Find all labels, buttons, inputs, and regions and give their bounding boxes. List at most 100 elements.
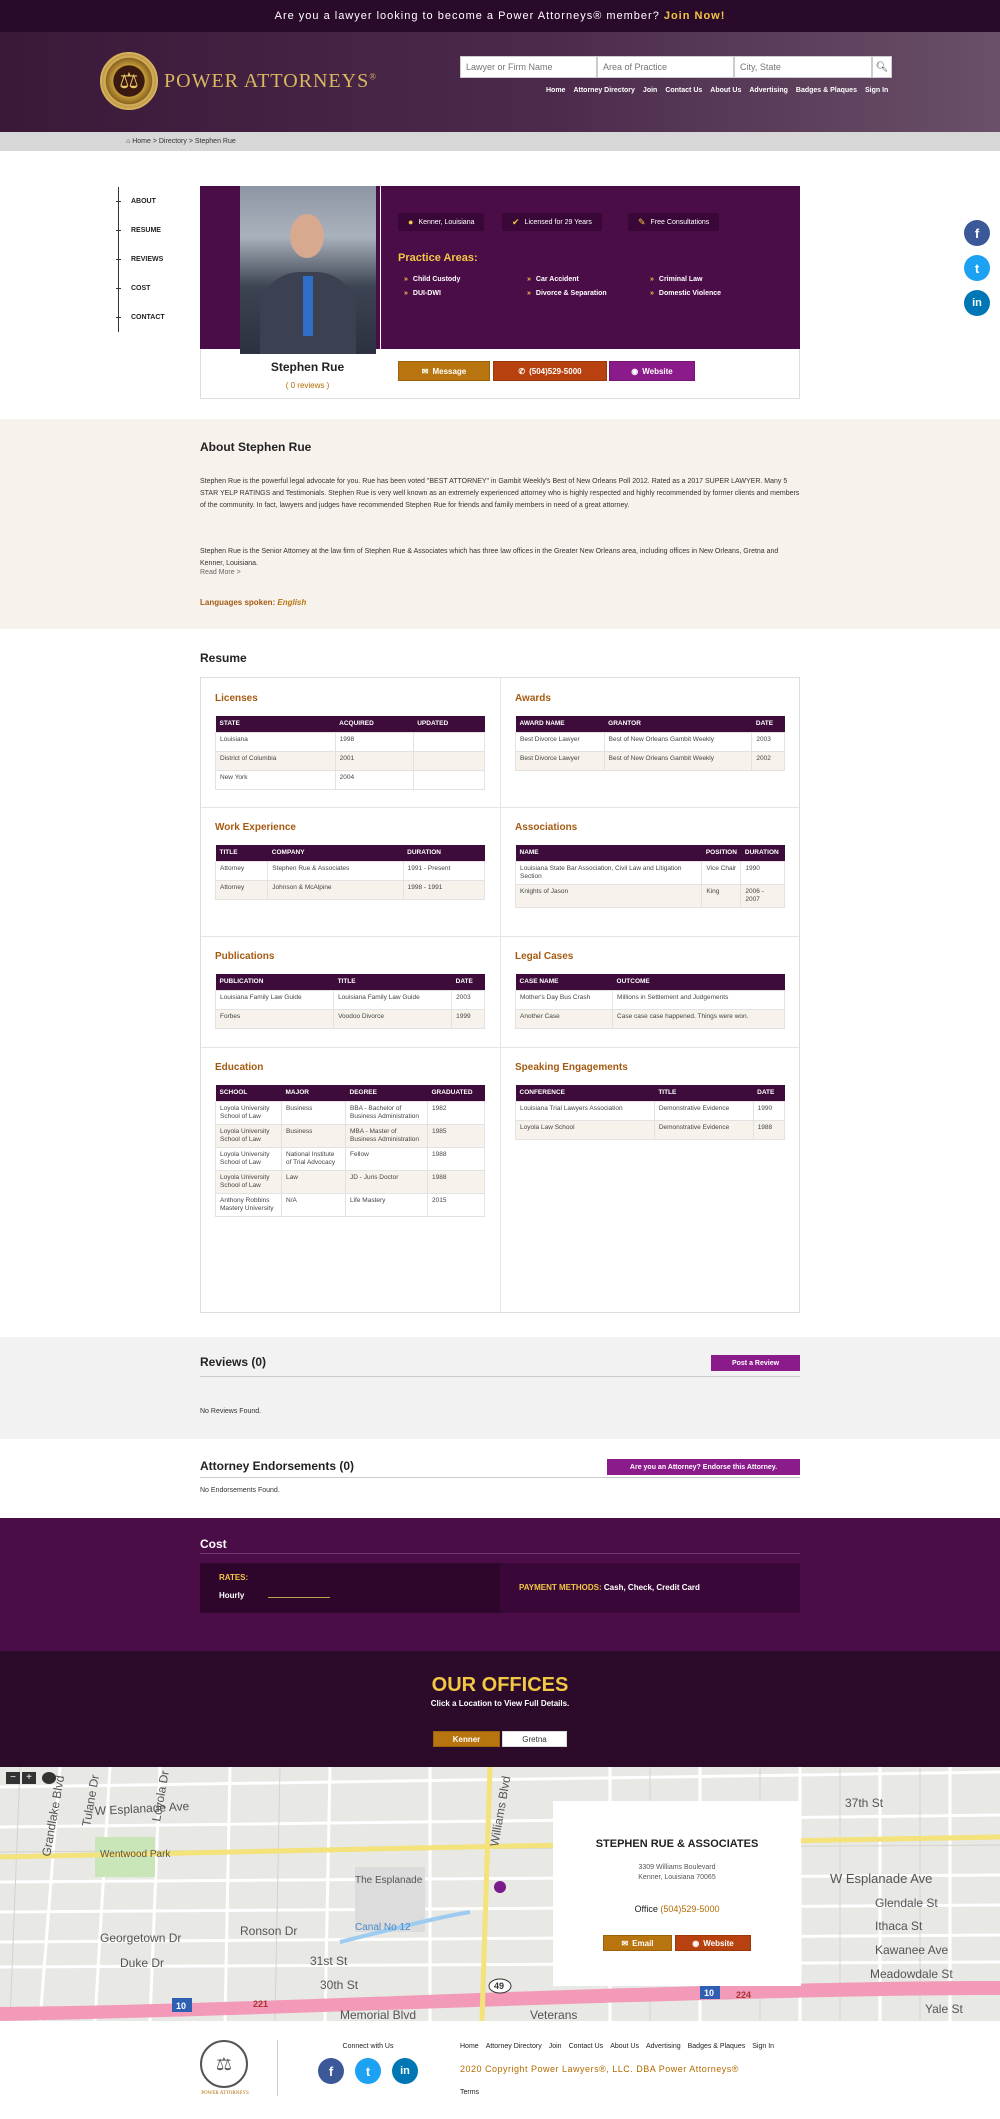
footer-nav-about-us[interactable]: About Us [610,2043,639,2050]
table-cell: Louisiana State Bar Association, Civil L… [514,860,703,885]
post-review-button[interactable]: Post a Review [711,1355,800,1371]
office-marker[interactable] [494,1881,506,1893]
footer-nav-advertising[interactable]: Advertising [646,2043,681,2050]
nav-about-us[interactable]: About Us [710,87,741,94]
breadcrumb-directory[interactable]: Directory [159,138,187,145]
footer-seal-icon[interactable]: ⚖ [200,2040,248,2088]
table-cell: Stephen Rue & Associates [267,860,404,881]
footer-terms-link[interactable]: Terms [460,2089,479,2096]
offices-title: OUR OFFICES [431,1674,569,1696]
lawyer-name-input[interactable] [460,56,597,78]
sidenav-resume[interactable]: RESUME [116,216,188,245]
map-label: Duke Dr [120,1956,164,1970]
practice-area-label: DUI-DWI [412,290,441,297]
practice-area[interactable]: » Car Accident [527,276,579,283]
firm-name: STEPHEN RUE & ASSOCIATES [595,1838,759,1850]
location-chip: ● Kenner, Louisiana [398,213,485,231]
nav-badges[interactable]: Badges & Plaques [796,87,857,94]
nav-advertising[interactable]: Advertising [749,87,788,94]
attorney-review-count[interactable]: ( 0 reviews ) [200,381,415,390]
locate-icon[interactable] [42,1772,56,1784]
sidenav-contact[interactable]: CONTACT [116,303,188,332]
sidenav-about[interactable]: ABOUT [116,187,188,216]
office-phone-link[interactable]: (504)529-5000 [660,1904,719,1914]
search-icon: 🔍︎ [875,61,889,73]
table-cell: Louisiana Family Law Guide [214,989,335,1010]
practice-area[interactable]: » Child Custody [404,276,460,283]
office-website-button[interactable]: ◉ Website [675,1935,751,1951]
table-cell: Attorney [214,879,269,900]
office-map[interactable]: W Esplanade Ave W Esplanade Ave Wentwood… [0,1767,1000,2021]
office-tab-gretna[interactable]: Gretna [502,1731,567,1747]
associations-table: NAME POSITION DURATION Louisiana State Bar… [514,845,785,908]
table-cell: Loyola Law School [515,1119,655,1140]
nav-attorney-directory[interactable]: Attorney Directory [573,87,634,94]
linkedin-share-icon[interactable]: in [964,290,990,316]
zoom-in-button[interactable]: + [22,1772,36,1784]
map-label: Ithaca St [875,1919,923,1933]
phone-button[interactable]: ✆ (504)529-5000 [493,361,607,381]
col-header: POSITION [701,845,741,861]
zoom-out-button[interactable]: − [6,1772,20,1784]
no-endorsements-text: No Endorsements Found. [200,1487,280,1494]
offices-section [0,1651,1000,1767]
sidenav-reviews[interactable]: REVIEWS [116,245,188,274]
practice-area[interactable]: » Criminal Law [650,276,702,283]
table-cell [412,731,486,752]
practice-area-label: Child Custody [412,276,461,283]
city-state-input[interactable] [734,56,872,78]
legal-cases-table: CASE NAME OUTCOME Mother's Day Bus Crash M… [514,974,785,1029]
table-cell: District of Columbia [215,750,336,771]
office-tab-kenner[interactable]: Kenner [433,1731,500,1747]
sidenav-cost[interactable]: COST [116,274,188,303]
table-cell: Demonstrative Evidence [653,1100,754,1121]
map-zoom-controls: − + [6,1772,56,1784]
col-header: STATE [215,716,336,732]
footer-nav-join[interactable]: Join [549,2043,562,2050]
office-info-card [553,1801,801,1986]
connect-label: Connect with Us [342,2043,394,2050]
site-logo[interactable]: ⚖ POWER ATTORNEYS® [100,52,377,110]
twitter-share-icon[interactable]: t [964,255,990,281]
endorse-button[interactable]: Are you an Attorney? Endorse this Attorn… [607,1459,800,1475]
footer-nav-sign-in[interactable]: Sign In [752,2043,774,2050]
practice-area[interactable]: » Domestic Violence [650,290,721,297]
footer-nav-home[interactable]: Home [460,2043,479,2050]
office-email-button[interactable]: ✉ Email [603,1935,672,1951]
search-button[interactable]: 🔍︎ [872,56,892,78]
practice-area[interactable]: » DUI-DWI [404,290,441,297]
email-label: Email [632,1938,654,1948]
join-now-link[interactable]: Join Now! [664,10,726,22]
globe-icon: ◉ [631,366,639,376]
home-icon: ⌂ [126,138,131,145]
col-header: DURATION [740,845,785,861]
nav-join[interactable]: Join [643,87,657,94]
footer-twitter-icon[interactable]: t [355,2058,381,2084]
office-phone: Office (504)529-5000 [553,1904,801,1914]
table-row: Louisiana 1998 [215,731,486,752]
footer-nav-attorney-directory[interactable]: Attorney Directory [486,2043,542,2050]
footer-linkedin-icon[interactable]: in [392,2058,418,2084]
breadcrumb: ⌂ Home > Directory > Stephen Rue [0,132,1000,151]
breadcrumb-home[interactable]: Home [132,138,151,145]
website-button[interactable]: ◉ Website [609,361,695,381]
map-label: W Esplanade Ave [830,1871,932,1886]
message-button[interactable]: ✉ Message [398,361,490,381]
map-label: Veterans [530,2008,577,2021]
nav-home[interactable]: Home [546,87,565,94]
read-more-link[interactable]: Read More > [200,567,241,579]
map-label: Yale St [925,2002,963,2016]
footer-facebook-icon[interactable]: f [318,2058,344,2084]
footer-nav-contact-us[interactable]: Contact Us [569,2043,604,2050]
practice-area[interactable]: » Divorce & Separation [527,290,607,297]
facebook-share-icon[interactable]: f [964,220,990,246]
table-cell: New York [215,769,336,790]
table-row: Louisiana Family Law Guide Louisiana Fami… [214,989,485,1010]
footer-nav-badges[interactable]: Badges & Plaques [688,2043,746,2050]
table-cell: N/A [281,1192,346,1217]
nav-sign-in[interactable]: Sign In [865,87,888,94]
chevron-right-icon: » [527,290,531,297]
nav-contact-us[interactable]: Contact Us [665,87,702,94]
table-cell: Another Case [514,1008,614,1029]
practice-area-input[interactable] [597,56,734,78]
